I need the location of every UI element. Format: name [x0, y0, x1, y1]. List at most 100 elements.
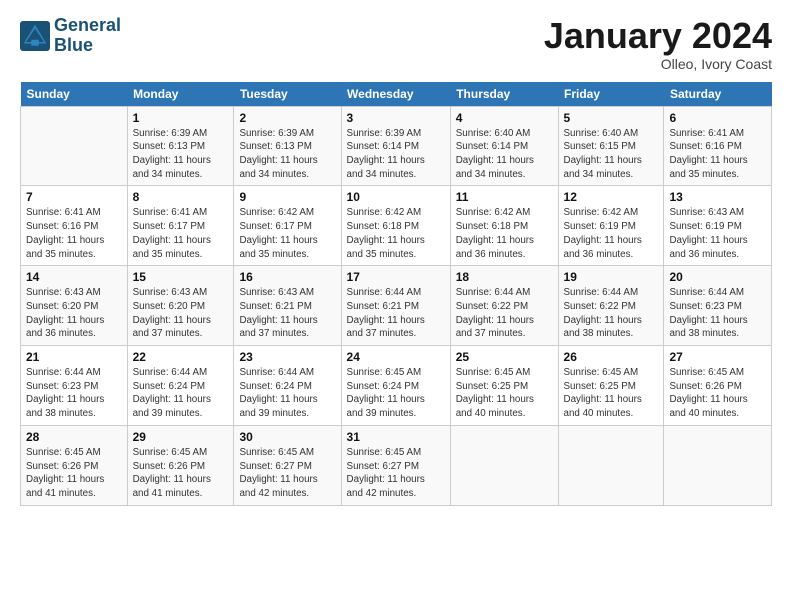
- day-info: Sunrise: 6:45 AM Sunset: 6:26 PM Dayligh…: [26, 446, 122, 501]
- day-info: Sunrise: 6:41 AM Sunset: 6:17 PM Dayligh…: [133, 206, 229, 261]
- day-number: 17: [347, 270, 445, 284]
- calendar-cell: 6 Sunrise: 6:41 AM Sunset: 6:16 PM Daylig…: [664, 106, 772, 186]
- day-number: 14: [26, 270, 122, 284]
- calendar-cell: 26Sunrise: 6:45 AM Sunset: 6:25 PM Dayli…: [558, 346, 664, 426]
- day-number: 1: [133, 111, 229, 125]
- month-title: January 2024: [544, 16, 772, 56]
- day-info: Sunrise: 6:41 AM Sunset: 6:16 PM Dayligh…: [669, 127, 766, 182]
- day-number: 24: [347, 350, 445, 364]
- header: General Blue January 2024 Olleo, Ivory C…: [20, 16, 772, 72]
- calendar-cell: 29 Sunrise: 6:45 AM Sunset: 6:26 PM Dayli…: [127, 425, 234, 505]
- calendar-cell: [664, 425, 772, 505]
- calendar-cell: 22 Sunrise: 6:44 AM Sunset: 6:24 PM Dayli…: [127, 346, 234, 426]
- day-number: 18: [456, 270, 553, 284]
- calendar-cell: 24 Sunrise: 6:45 AM Sunset: 6:24 PM Dayli…: [341, 346, 450, 426]
- day-number: 4: [456, 111, 553, 125]
- calendar-cell: 14 Sunrise: 6:43 AM Sunset: 6:20 PM Dayli…: [21, 266, 128, 346]
- day-info: Sunrise: 6:44 AM Sunset: 6:21 PM Dayligh…: [347, 286, 445, 341]
- day-info: Sunrise: 6:39 AM Sunset: 6:13 PM Dayligh…: [239, 127, 335, 182]
- day-number: 9: [239, 190, 335, 204]
- weekday-header-row: SundayMondayTuesdayWednesdayThursdayFrid…: [21, 82, 772, 107]
- calendar-cell: 15 Sunrise: 6:43 AM Sunset: 6:20 PM Dayli…: [127, 266, 234, 346]
- day-number: 10: [347, 190, 445, 204]
- day-number: 23: [239, 350, 335, 364]
- day-number: 13: [669, 190, 766, 204]
- day-number: 22: [133, 350, 229, 364]
- logo-text: General Blue: [54, 16, 121, 56]
- calendar-cell: 31 Sunrise: 6:45 AM Sunset: 6:27 PM Dayli…: [341, 425, 450, 505]
- calendar-cell: 23 Sunrise: 6:44 AM Sunset: 6:24 PM Dayli…: [234, 346, 341, 426]
- page: General Blue January 2024 Olleo, Ivory C…: [0, 0, 792, 516]
- calendar-cell: 20 Sunrise: 6:44 AM Sunset: 6:23 PM Dayli…: [664, 266, 772, 346]
- day-number: 2: [239, 111, 335, 125]
- calendar-cell: 18 Sunrise: 6:44 AM Sunset: 6:22 PM Dayli…: [450, 266, 558, 346]
- calendar-cell: 10Sunrise: 6:42 AM Sunset: 6:18 PM Dayli…: [341, 186, 450, 266]
- calendar-cell: 3 Sunrise: 6:39 AM Sunset: 6:14 PM Daylig…: [341, 106, 450, 186]
- day-info: Sunrise: 6:43 AM Sunset: 6:20 PM Dayligh…: [133, 286, 229, 341]
- calendar-week-row: 14 Sunrise: 6:43 AM Sunset: 6:20 PM Dayli…: [21, 266, 772, 346]
- day-number: 25: [456, 350, 553, 364]
- day-info: Sunrise: 6:41 AM Sunset: 6:16 PM Dayligh…: [26, 206, 122, 261]
- day-info: Sunrise: 6:45 AM Sunset: 6:26 PM Dayligh…: [133, 446, 229, 501]
- calendar-cell: 25 Sunrise: 6:45 AM Sunset: 6:25 PM Dayli…: [450, 346, 558, 426]
- day-info: Sunrise: 6:44 AM Sunset: 6:23 PM Dayligh…: [26, 366, 122, 421]
- day-number: 16: [239, 270, 335, 284]
- calendar-week-row: 28Sunrise: 6:45 AM Sunset: 6:26 PM Dayli…: [21, 425, 772, 505]
- calendar-cell: 2 Sunrise: 6:39 AM Sunset: 6:13 PM Daylig…: [234, 106, 341, 186]
- day-number: 31: [347, 430, 445, 444]
- calendar-table: SundayMondayTuesdayWednesdayThursdayFrid…: [20, 82, 772, 506]
- day-info: Sunrise: 6:44 AM Sunset: 6:22 PM Dayligh…: [564, 286, 659, 341]
- day-info: Sunrise: 6:43 AM Sunset: 6:20 PM Dayligh…: [26, 286, 122, 341]
- day-info: Sunrise: 6:45 AM Sunset: 6:24 PM Dayligh…: [347, 366, 445, 421]
- day-info: Sunrise: 6:39 AM Sunset: 6:14 PM Dayligh…: [347, 127, 445, 182]
- calendar-cell: 19 Sunrise: 6:44 AM Sunset: 6:22 PM Dayli…: [558, 266, 664, 346]
- logo: General Blue: [20, 16, 121, 56]
- day-number: 15: [133, 270, 229, 284]
- calendar-cell: 4 Sunrise: 6:40 AM Sunset: 6:14 PM Daylig…: [450, 106, 558, 186]
- weekday-header-monday: Monday: [127, 82, 234, 107]
- day-number: 5: [564, 111, 659, 125]
- day-info: Sunrise: 6:44 AM Sunset: 6:22 PM Dayligh…: [456, 286, 553, 341]
- calendar-cell: [558, 425, 664, 505]
- day-info: Sunrise: 6:42 AM Sunset: 6:18 PM Dayligh…: [456, 206, 553, 261]
- day-number: 8: [133, 190, 229, 204]
- day-number: 29: [133, 430, 229, 444]
- logo-line1: General: [54, 16, 121, 36]
- day-info: Sunrise: 6:40 AM Sunset: 6:14 PM Dayligh…: [456, 127, 553, 182]
- day-info: Sunrise: 6:43 AM Sunset: 6:19 PM Dayligh…: [669, 206, 766, 261]
- calendar-cell: 5Sunrise: 6:40 AM Sunset: 6:15 PM Daylig…: [558, 106, 664, 186]
- weekday-header-tuesday: Tuesday: [234, 82, 341, 107]
- day-info: Sunrise: 6:44 AM Sunset: 6:23 PM Dayligh…: [669, 286, 766, 341]
- day-number: 7: [26, 190, 122, 204]
- logo-line2: Blue: [54, 36, 121, 56]
- calendar-cell: 13 Sunrise: 6:43 AM Sunset: 6:19 PM Dayli…: [664, 186, 772, 266]
- day-info: Sunrise: 6:44 AM Sunset: 6:24 PM Dayligh…: [133, 366, 229, 421]
- calendar-week-row: 7 Sunrise: 6:41 AM Sunset: 6:16 PM Daylig…: [21, 186, 772, 266]
- day-info: Sunrise: 6:45 AM Sunset: 6:27 PM Dayligh…: [347, 446, 445, 501]
- day-info: Sunrise: 6:42 AM Sunset: 6:17 PM Dayligh…: [239, 206, 335, 261]
- day-number: 19: [564, 270, 659, 284]
- day-number: 20: [669, 270, 766, 284]
- day-info: Sunrise: 6:43 AM Sunset: 6:21 PM Dayligh…: [239, 286, 335, 341]
- calendar-cell: 7 Sunrise: 6:41 AM Sunset: 6:16 PM Daylig…: [21, 186, 128, 266]
- day-info: Sunrise: 6:45 AM Sunset: 6:25 PM Dayligh…: [456, 366, 553, 421]
- day-number: 27: [669, 350, 766, 364]
- day-info: Sunrise: 6:45 AM Sunset: 6:26 PM Dayligh…: [669, 366, 766, 421]
- day-info: Sunrise: 6:44 AM Sunset: 6:24 PM Dayligh…: [239, 366, 335, 421]
- title-block: January 2024 Olleo, Ivory Coast: [544, 16, 772, 72]
- day-info: Sunrise: 6:42 AM Sunset: 6:19 PM Dayligh…: [564, 206, 659, 261]
- weekday-header-sunday: Sunday: [21, 82, 128, 107]
- day-number: 3: [347, 111, 445, 125]
- day-number: 6: [669, 111, 766, 125]
- location-subtitle: Olleo, Ivory Coast: [544, 56, 772, 72]
- calendar-cell: 8 Sunrise: 6:41 AM Sunset: 6:17 PM Daylig…: [127, 186, 234, 266]
- calendar-cell: 27 Sunrise: 6:45 AM Sunset: 6:26 PM Dayli…: [664, 346, 772, 426]
- calendar-cell: 30Sunrise: 6:45 AM Sunset: 6:27 PM Dayli…: [234, 425, 341, 505]
- calendar-cell: 11 Sunrise: 6:42 AM Sunset: 6:18 PM Dayli…: [450, 186, 558, 266]
- weekday-header-wednesday: Wednesday: [341, 82, 450, 107]
- calendar-cell: [21, 106, 128, 186]
- calendar-week-row: 1 Sunrise: 6:39 AM Sunset: 6:13 PM Daylig…: [21, 106, 772, 186]
- calendar-cell: 16 Sunrise: 6:43 AM Sunset: 6:21 PM Dayli…: [234, 266, 341, 346]
- day-info: Sunrise: 6:45 AM Sunset: 6:25 PM Dayligh…: [564, 366, 659, 421]
- day-number: 11: [456, 190, 553, 204]
